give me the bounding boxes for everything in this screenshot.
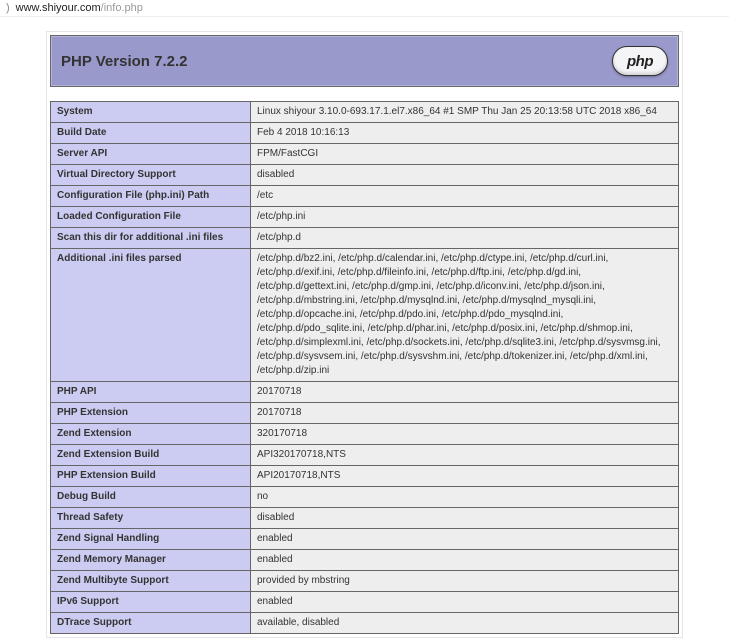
table-row: Thread Safetydisabled bbox=[51, 508, 679, 529]
row-label: Zend Multibyte Support bbox=[51, 571, 251, 592]
row-value: available, disabled bbox=[251, 613, 679, 634]
row-value: 320170718 bbox=[251, 424, 679, 445]
row-value: disabled bbox=[251, 165, 679, 186]
addressbar-path: /info.php bbox=[101, 2, 143, 14]
row-label: Virtual Directory Support bbox=[51, 165, 251, 186]
row-value: API20170718,NTS bbox=[251, 466, 679, 487]
table-row: Debug Buildno bbox=[51, 487, 679, 508]
row-value: /etc bbox=[251, 186, 679, 207]
row-label: PHP API bbox=[51, 382, 251, 403]
table-row: PHP Extension BuildAPI20170718,NTS bbox=[51, 466, 679, 487]
row-value: 20170718 bbox=[251, 403, 679, 424]
phpinfo-header: PHP Version 7.2.2 php bbox=[50, 35, 679, 87]
row-label: Scan this dir for additional .ini files bbox=[51, 228, 251, 249]
row-value: 20170718 bbox=[251, 382, 679, 403]
table-row: Zend Multibyte Supportprovided by mbstri… bbox=[51, 571, 679, 592]
table-row: Server APIFPM/FastCGI bbox=[51, 144, 679, 165]
table-row: Zend Extension320170718 bbox=[51, 424, 679, 445]
table-row: Zend Memory Managerenabled bbox=[51, 550, 679, 571]
row-label: PHP Extension Build bbox=[51, 466, 251, 487]
row-value: /etc/php.ini bbox=[251, 207, 679, 228]
table-row: Build DateFeb 4 2018 10:16:13 bbox=[51, 123, 679, 144]
row-label: System bbox=[51, 102, 251, 123]
row-value: provided by mbstring bbox=[251, 571, 679, 592]
row-label: Build Date bbox=[51, 123, 251, 144]
addressbar[interactable]: ) www.shiyour.com/info.php bbox=[0, 0, 729, 17]
table-row: Scan this dir for additional .ini files/… bbox=[51, 228, 679, 249]
row-label: Zend Memory Manager bbox=[51, 550, 251, 571]
row-label: DTrace Support bbox=[51, 613, 251, 634]
row-label: Thread Safety bbox=[51, 508, 251, 529]
row-label: Zend Extension Build bbox=[51, 445, 251, 466]
table-row: Loaded Configuration File/etc/php.ini bbox=[51, 207, 679, 228]
php-logo-icon: php bbox=[612, 46, 668, 76]
table-row: Virtual Directory Supportdisabled bbox=[51, 165, 679, 186]
row-label: Debug Build bbox=[51, 487, 251, 508]
row-value: API320170718,NTS bbox=[251, 445, 679, 466]
table-row: PHP Extension20170718 bbox=[51, 403, 679, 424]
row-label: Loaded Configuration File bbox=[51, 207, 251, 228]
addressbar-chevron-icon: ) bbox=[6, 2, 10, 14]
table-row: PHP API20170718 bbox=[51, 382, 679, 403]
row-value: Feb 4 2018 10:16:13 bbox=[251, 123, 679, 144]
row-label: Additional .ini files parsed bbox=[51, 249, 251, 382]
phpinfo-page: PHP Version 7.2.2 php SystemLinux shiyou… bbox=[46, 31, 683, 638]
row-label: Zend Extension bbox=[51, 424, 251, 445]
table-row: SystemLinux shiyour 3.10.0-693.17.1.el7.… bbox=[51, 102, 679, 123]
row-value: /etc/php.d/bz2.ini, /etc/php.d/calendar.… bbox=[251, 249, 679, 382]
table-row: Configuration File (php.ini) Path/etc bbox=[51, 186, 679, 207]
row-value: FPM/FastCGI bbox=[251, 144, 679, 165]
table-row: DTrace Supportavailable, disabled bbox=[51, 613, 679, 634]
table-row: Additional .ini files parsed/etc/php.d/b… bbox=[51, 249, 679, 382]
row-value: enabled bbox=[251, 550, 679, 571]
phpinfo-table: SystemLinux shiyour 3.10.0-693.17.1.el7.… bbox=[50, 101, 679, 634]
row-value: disabled bbox=[251, 508, 679, 529]
addressbar-host: www.shiyour.com bbox=[16, 2, 101, 14]
page-title: PHP Version 7.2.2 bbox=[61, 53, 187, 70]
row-label: IPv6 Support bbox=[51, 592, 251, 613]
table-row: Zend Extension BuildAPI320170718,NTS bbox=[51, 445, 679, 466]
row-label: PHP Extension bbox=[51, 403, 251, 424]
row-value: /etc/php.d bbox=[251, 228, 679, 249]
row-label: Server API bbox=[51, 144, 251, 165]
row-value: no bbox=[251, 487, 679, 508]
row-value: Linux shiyour 3.10.0-693.17.1.el7.x86_64… bbox=[251, 102, 679, 123]
row-label: Configuration File (php.ini) Path bbox=[51, 186, 251, 207]
table-row: IPv6 Supportenabled bbox=[51, 592, 679, 613]
php-logo-text: php bbox=[627, 53, 653, 70]
row-value: enabled bbox=[251, 592, 679, 613]
